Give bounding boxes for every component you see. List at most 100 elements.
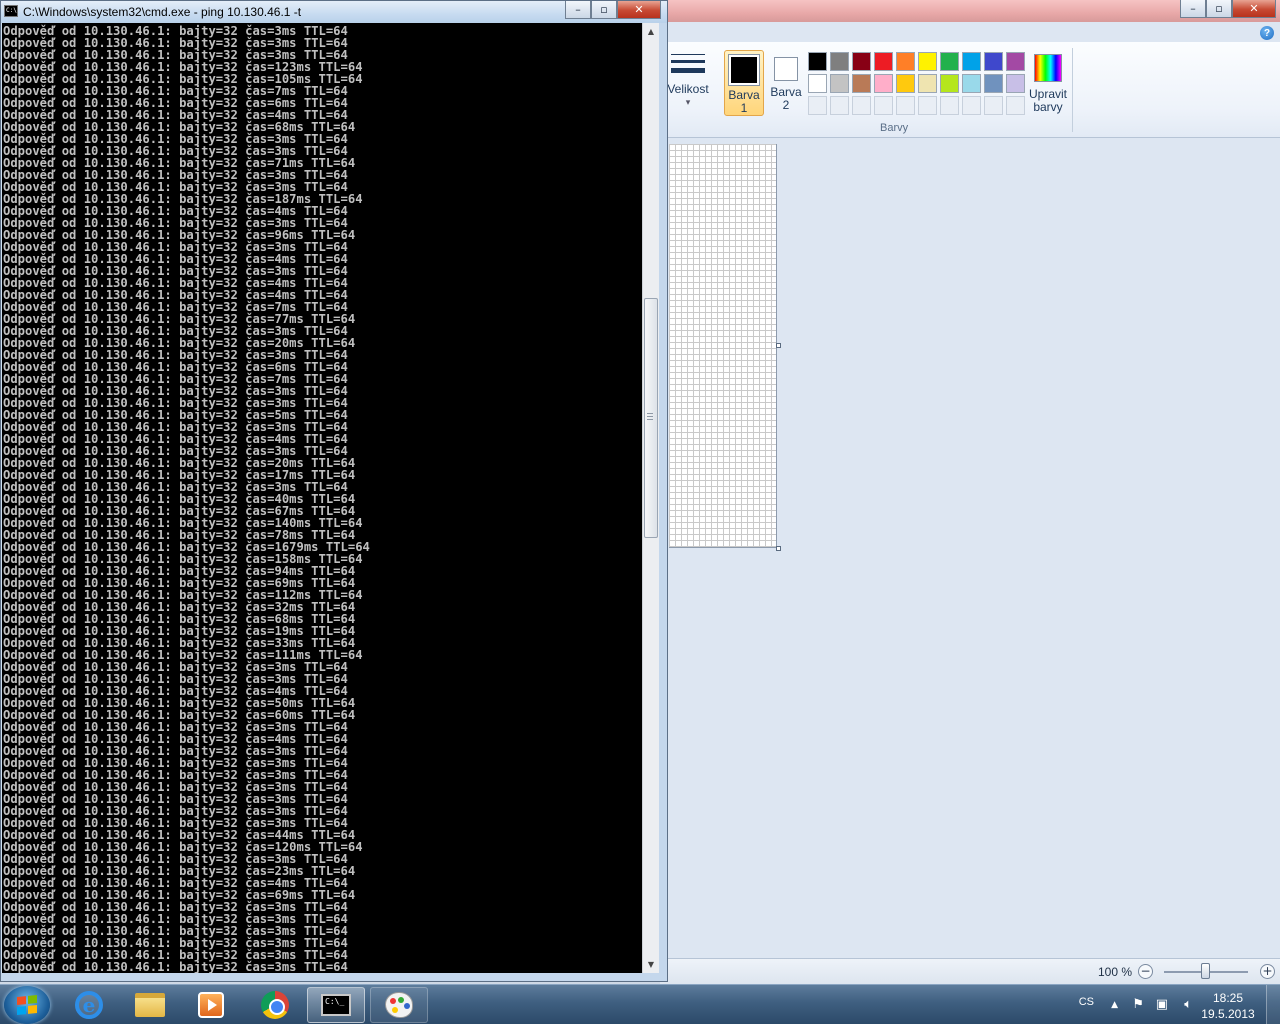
colors-group-label: Barvy <box>880 122 909 134</box>
scrollbar-grip-icon <box>647 413 653 420</box>
show-hidden-icons-icon[interactable]: ▲ <box>1111 1000 1118 1010</box>
color2-swatch <box>774 57 798 81</box>
resize-handle-right[interactable] <box>776 343 781 348</box>
clock-time[interactable]: 18:25 <box>1198 991 1258 1005</box>
line-size-icon <box>671 54 705 73</box>
taskbar-cmd[interactable]: C:\_ <box>307 987 365 1023</box>
scroll-down-icon[interactable]: ▼ <box>643 956 659 973</box>
palette-color-swatch[interactable] <box>984 74 1003 93</box>
drawing-canvas[interactable] <box>669 144 777 548</box>
palette-color-swatch[interactable] <box>962 74 981 93</box>
volume-icon[interactable]: 🔈︎ <box>1184 997 1192 1012</box>
zoom-in-button[interactable]: + <box>1260 964 1275 979</box>
paint-maximize-button[interactable]: ▫ <box>1206 0 1232 18</box>
windows-logo-icon <box>17 994 37 1016</box>
cmd-window-title: C:\Windows\system32\cmd.exe - ping 10.13… <box>23 5 302 19</box>
size-button[interactable]: Velikost ▾ <box>666 52 710 114</box>
cmd-window-border-bottom <box>1 973 667 981</box>
palette-color-swatch[interactable] <box>874 52 893 71</box>
paint-minimize-button[interactable]: – <box>1180 0 1206 18</box>
palette-color-swatch[interactable] <box>918 74 937 93</box>
start-button[interactable] <box>4 986 50 1024</box>
color-palette <box>808 52 1025 115</box>
palette-empty-slot[interactable] <box>852 96 871 115</box>
palette-color-swatch[interactable] <box>962 52 981 71</box>
paint-window: – ▫ ✕ ? Velikost ▾ Barva 1 Barva 2 Uprav… <box>660 0 1280 984</box>
paint-close-button[interactable]: ✕ <box>1232 0 1276 18</box>
edit-colors-label-line2: barvy <box>1033 100 1063 114</box>
palette-color-swatch[interactable] <box>1006 74 1025 93</box>
palette-empty-slot[interactable] <box>962 96 981 115</box>
zoom-out-button[interactable]: − <box>1138 964 1153 979</box>
ribbon-separator <box>1072 48 1073 132</box>
clock-date[interactable]: 19.5.2013 <box>1198 1007 1258 1021</box>
network-icon[interactable]: ▣ <box>1156 997 1168 1012</box>
resize-handle-corner[interactable] <box>776 546 781 551</box>
palette-color-swatch[interactable] <box>1006 52 1025 71</box>
palette-color-swatch[interactable] <box>852 74 871 93</box>
cmd-window-buttons: – ▫ ✕ <box>565 1 661 19</box>
scroll-up-icon[interactable]: ▲ <box>643 23 659 40</box>
palette-color-swatch[interactable] <box>830 52 849 71</box>
color1-button[interactable]: Barva 1 <box>724 50 764 116</box>
palette-empty-slot[interactable] <box>896 96 915 115</box>
console-scrollbar[interactable]: ▲ ▼ <box>642 23 659 973</box>
palette-color-swatch[interactable] <box>984 52 1003 71</box>
palette-color-swatch[interactable] <box>874 74 893 93</box>
palette-color-swatch[interactable] <box>808 52 827 71</box>
taskbar-internet-explorer[interactable]: e <box>60 987 118 1023</box>
system-tray: CS ▲ ⚑ ▣ 🔈︎ 18:25 19.5.2013 <box>1060 985 1280 1024</box>
palette-color-swatch[interactable] <box>940 74 959 93</box>
palette-empty-slot[interactable] <box>830 96 849 115</box>
color2-label-number: 2 <box>782 98 790 112</box>
action-center-flag-icon[interactable]: ⚑ <box>1132 997 1144 1012</box>
size-button-label: Velikost <box>667 82 709 96</box>
show-desktop-button[interactable] <box>1266 985 1280 1024</box>
palette-empty-slot[interactable] <box>940 96 959 115</box>
palette-empty-slot[interactable] <box>918 96 937 115</box>
edit-colors-button[interactable]: Upravit barvy <box>1028 52 1068 118</box>
cmd-maximize-button[interactable]: ▫ <box>591 1 617 19</box>
folder-icon <box>135 993 165 1017</box>
taskbar-media-player[interactable] <box>182 987 240 1023</box>
cmd-icon: C:\_ <box>321 994 351 1016</box>
cmd-minimize-button[interactable]: – <box>565 1 591 19</box>
paint-ribbon: Velikost ▾ Barva 1 Barva 2 Upravit barvy… <box>660 42 1280 138</box>
zoom-slider-thumb[interactable] <box>1201 963 1210 979</box>
cmd-close-button[interactable]: ✕ <box>617 1 661 19</box>
color1-swatch <box>728 54 760 86</box>
language-indicator[interactable]: CS <box>1079 996 1094 1008</box>
palette-color-swatch[interactable] <box>896 74 915 93</box>
palette-color-swatch[interactable] <box>940 52 959 71</box>
palette-empty-slot[interactable] <box>874 96 893 115</box>
color-spectrum-icon <box>1034 54 1062 82</box>
palette-color-swatch[interactable] <box>852 52 871 71</box>
zoom-level-label: 100 % <box>1098 965 1133 979</box>
cmd-window-border <box>659 23 667 981</box>
chrome-icon <box>261 991 289 1019</box>
chevron-down-icon: ▾ <box>685 97 691 107</box>
palette-color-swatch[interactable] <box>830 74 849 93</box>
cmd-app-icon[interactable]: C:\ <box>4 5 18 17</box>
palette-empty-slot[interactable] <box>1006 96 1025 115</box>
paint-window-buttons: – ▫ ✕ <box>1180 0 1276 18</box>
cmd-window: C:\ C:\Windows\system32\cmd.exe - ping 1… <box>0 0 668 982</box>
palette-empty-slot[interactable] <box>808 96 827 115</box>
taskbar-explorer[interactable] <box>121 987 179 1023</box>
paint-statusbar: 100 % − + <box>660 958 1280 984</box>
palette-color-swatch[interactable] <box>808 74 827 93</box>
internet-explorer-icon: e <box>75 991 103 1019</box>
palette-color-swatch[interactable] <box>918 52 937 71</box>
taskbar-paint[interactable] <box>370 987 428 1023</box>
palette-color-swatch[interactable] <box>896 52 915 71</box>
color1-label-number: 1 <box>740 101 748 115</box>
color2-button[interactable]: Barva 2 <box>766 50 806 116</box>
paint-icon <box>385 992 413 1018</box>
console-output[interactable]: Odpověď od 10.130.46.1: bajty=32 čas=3ms… <box>2 23 642 973</box>
taskbar-chrome[interactable] <box>246 987 304 1023</box>
taskbar: e C:\_ CS ▲ ⚑ ▣ 🔈︎ 18:25 19.5.2013 <box>0 984 1280 1024</box>
console-line: Odpověď od 10.130.46.1: bajty=32 čas=3ms… <box>3 960 348 973</box>
palette-empty-slot[interactable] <box>984 96 1003 115</box>
help-icon[interactable]: ? <box>1260 26 1274 40</box>
media-player-icon <box>198 992 224 1018</box>
